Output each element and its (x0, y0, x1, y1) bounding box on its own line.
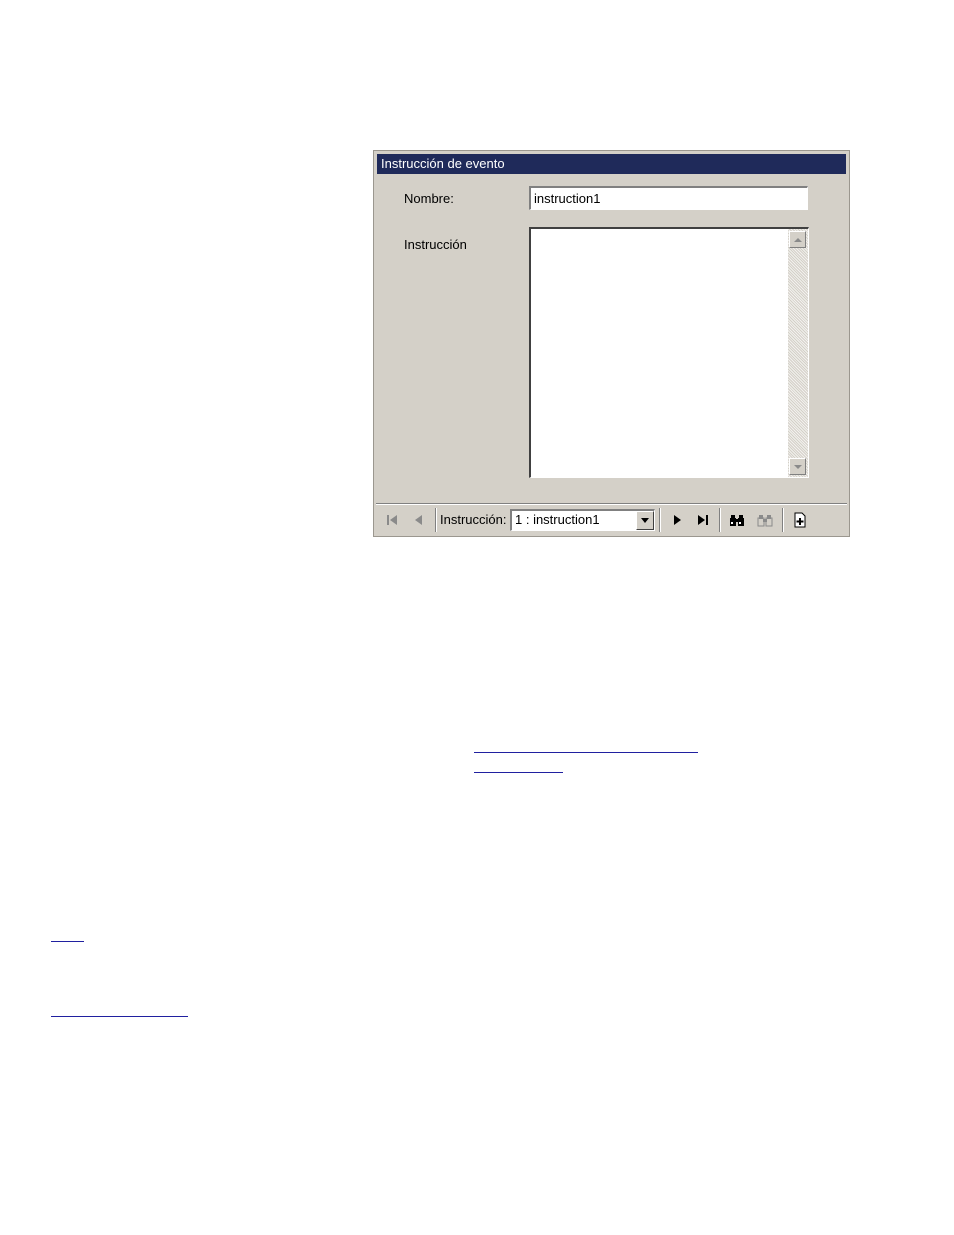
new-record-button[interactable] (789, 510, 811, 530)
separator (782, 508, 784, 532)
binoculars-disabled-icon (757, 515, 773, 527)
scroll-up-button[interactable] (789, 231, 806, 248)
scroll-down-button[interactable] (789, 458, 806, 475)
navigator-label: Instrucción: (440, 512, 507, 527)
first-record-icon (387, 515, 397, 525)
next-record-icon (674, 515, 681, 525)
instruction-label: Instrucción (404, 237, 467, 252)
record-select-value: 1 : instruction1 (515, 512, 600, 527)
previous-record-button[interactable] (408, 510, 430, 530)
name-input[interactable] (529, 186, 808, 210)
event-instruction-dialog: Instrucción de evento Nombre: Instrucció… (373, 150, 850, 537)
arrow-up-icon (793, 237, 802, 242)
hyperlink-underline[interactable] (51, 941, 84, 942)
dropdown-button[interactable] (636, 511, 654, 530)
last-record-icon (698, 515, 708, 525)
instruction-scrollbar[interactable] (788, 229, 808, 477)
previous-record-icon (415, 515, 422, 525)
first-record-button[interactable] (381, 510, 403, 530)
last-record-button[interactable] (692, 510, 714, 530)
record-navigator: Instrucción: 1 : instruction1 (376, 503, 847, 534)
record-select[interactable]: 1 : instruction1 (510, 509, 655, 531)
hyperlink-underline[interactable] (474, 752, 698, 753)
binoculars-icon (730, 515, 744, 526)
dialog-title: Instrucción de evento (377, 154, 846, 174)
hyperlink-underline[interactable] (51, 1016, 188, 1017)
find-button[interactable] (726, 510, 748, 530)
new-record-icon (794, 512, 806, 528)
separator (719, 508, 721, 532)
next-record-button[interactable] (666, 510, 688, 530)
find-next-button[interactable] (754, 510, 776, 530)
separator (659, 508, 661, 532)
separator (435, 508, 437, 532)
arrow-down-icon (793, 464, 802, 469)
name-label: Nombre: (404, 191, 454, 206)
hyperlink-underline[interactable] (474, 772, 563, 773)
instruction-textarea-frame (529, 227, 809, 478)
instruction-textarea[interactable] (531, 229, 786, 477)
chevron-down-icon (641, 518, 649, 523)
